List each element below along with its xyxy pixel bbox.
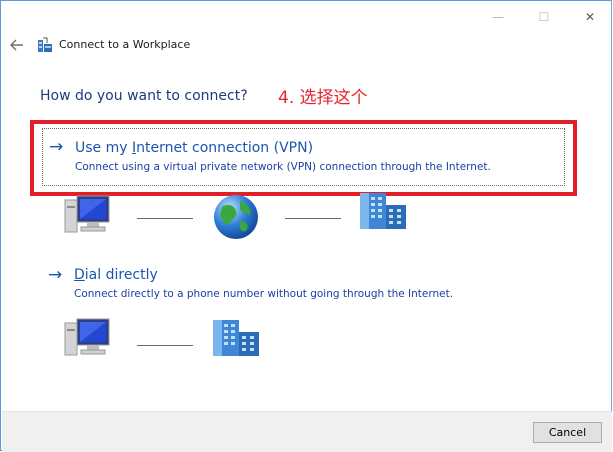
left-arrow-icon[interactable] (10, 38, 24, 52)
option-vpn[interactable]: → Use my Internet connection (VPN) Conne… (42, 128, 565, 186)
annotation-label: 4. 选择这个 (278, 88, 368, 108)
window-title: Connect to a Workplace (59, 38, 191, 51)
minimize-button[interactable]: — (475, 1, 521, 32)
computer-icon (63, 194, 113, 242)
right-arrow-icon: → (48, 265, 63, 285)
maximize-button[interactable]: ☐ (521, 1, 567, 32)
option-dial-title: Dial directly (74, 267, 158, 283)
option-vpn-description: Connect using a virtual private network … (75, 161, 491, 173)
cancel-button[interactable]: Cancel (533, 422, 602, 443)
page-question: How do you want to connect? (40, 88, 248, 104)
dialog-window: — ☐ ✕ Connect to a Workplace How do you … (0, 0, 612, 452)
option-dial-description: Connect directly to a phone number witho… (74, 288, 454, 300)
globe-icon (212, 193, 260, 245)
connection-line (137, 345, 193, 346)
connection-line (285, 218, 341, 219)
computer-icon (63, 317, 113, 365)
network-workplace-icon (37, 37, 53, 53)
right-arrow-icon: → (49, 137, 64, 157)
dialog-header: Connect to a Workplace (1, 33, 611, 61)
close-button[interactable]: ✕ (567, 1, 613, 32)
building-icon (358, 191, 408, 235)
option-dial-directly[interactable]: → Dial directly Connect directly to a ph… (42, 260, 565, 306)
building-icon (211, 318, 261, 362)
connection-line (137, 218, 193, 219)
option-vpn-title: Use my Internet connection (VPN) (75, 140, 314, 156)
title-bar: — ☐ ✕ (1, 1, 611, 33)
dialog-footer (2, 411, 612, 452)
